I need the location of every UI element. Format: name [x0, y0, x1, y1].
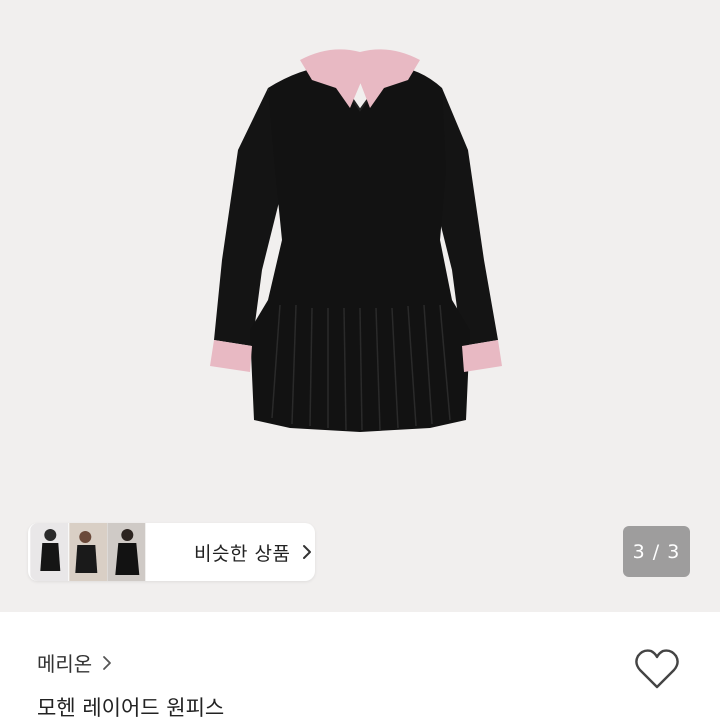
similar-products-label: 비슷한 상품	[194, 542, 291, 565]
similar-thumbnail	[30, 523, 69, 581]
chevron-right-icon	[103, 655, 112, 670]
similar-products-button[interactable]: 비슷한 상품	[28, 523, 315, 581]
product-image[interactable]	[0, 0, 720, 612]
product-title: 모헨 레이어드 원피스	[37, 696, 225, 720]
chevron-right-icon	[303, 545, 312, 559]
shop-name: 메리온	[37, 652, 93, 676]
image-page-indicator: 3 / 3	[623, 526, 690, 577]
heart-outline-icon[interactable]	[634, 648, 680, 690]
similar-thumbnails	[30, 523, 146, 581]
similar-thumbnail	[68, 523, 107, 581]
shop-link[interactable]: 메리온	[37, 648, 112, 677]
product-image-carousel[interactable]: 비슷한 상품 3 / 3	[0, 0, 720, 612]
similar-thumbnail	[107, 523, 146, 581]
